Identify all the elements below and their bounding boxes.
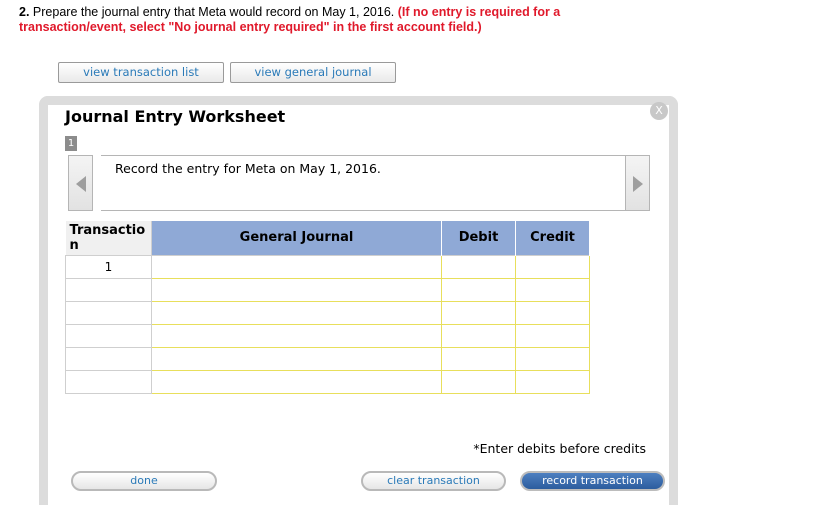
account-input[interactable] <box>151 369 442 394</box>
credit-input[interactable] <box>515 369 590 394</box>
table-row <box>65 300 590 325</box>
view-transaction-list-button[interactable]: view transaction list <box>58 62 224 83</box>
transaction-cell <box>65 323 152 348</box>
question-text: Prepare the journal entry that Meta woul… <box>32 5 395 19</box>
table-row <box>65 346 590 371</box>
record-transaction-button[interactable]: record transaction <box>520 471 665 491</box>
table-row <box>65 323 590 348</box>
next-arrow-button[interactable] <box>625 155 650 211</box>
account-input[interactable] <box>151 254 442 279</box>
chevron-right-icon <box>633 176 643 192</box>
transaction-cell <box>65 369 152 394</box>
credit-input[interactable] <box>515 346 590 371</box>
debit-input[interactable] <box>441 277 516 302</box>
step-badge[interactable]: 1 <box>65 136 77 151</box>
credit-input[interactable] <box>515 277 590 302</box>
credit-input[interactable] <box>515 300 590 325</box>
transaction-cell: 1 <box>65 254 152 279</box>
instruction-panel: Record the entry for Meta on May 1, 2016… <box>101 155 625 211</box>
debit-input[interactable] <box>441 254 516 279</box>
account-input[interactable] <box>151 346 442 371</box>
debit-input[interactable] <box>441 323 516 348</box>
debit-input[interactable] <box>441 346 516 371</box>
done-button[interactable]: done <box>71 471 217 491</box>
clear-transaction-button[interactable]: clear transaction <box>361 471 506 491</box>
transaction-cell <box>65 277 152 302</box>
debit-input[interactable] <box>441 369 516 394</box>
table-row <box>65 369 590 394</box>
close-icon[interactable]: X <box>650 102 668 120</box>
account-input[interactable] <box>151 277 442 302</box>
transaction-cell <box>65 346 152 371</box>
question-prompt: 2. Prepare the journal entry that Meta w… <box>19 5 659 35</box>
debit-input[interactable] <box>441 300 516 325</box>
view-general-journal-button[interactable]: view general journal <box>230 62 396 83</box>
column-header-transaction: Transactio n <box>65 221 152 255</box>
chevron-left-icon <box>76 176 86 192</box>
journal-table: Transactio n General Journal Debit Credi… <box>65 221 590 394</box>
previous-arrow-button[interactable] <box>68 155 93 211</box>
table-row: 1 <box>65 254 590 279</box>
table-row <box>65 277 590 302</box>
credit-input[interactable] <box>515 323 590 348</box>
column-header-debit: Debit <box>441 221 516 255</box>
account-input[interactable] <box>151 323 442 348</box>
debit-credit-hint: *Enter debits before credits <box>473 441 646 456</box>
question-number: 2. <box>19 5 30 19</box>
worksheet-title: Journal Entry Worksheet <box>65 107 286 126</box>
transaction-cell <box>65 300 152 325</box>
credit-input[interactable] <box>515 254 590 279</box>
account-input[interactable] <box>151 300 442 325</box>
column-header-general-journal: General Journal <box>151 221 442 255</box>
instruction-text: Record the entry for Meta on May 1, 2016… <box>115 161 381 176</box>
journal-entry-worksheet: Journal Entry Worksheet X 1 Record the e… <box>39 96 678 505</box>
column-header-credit: Credit <box>515 221 590 255</box>
